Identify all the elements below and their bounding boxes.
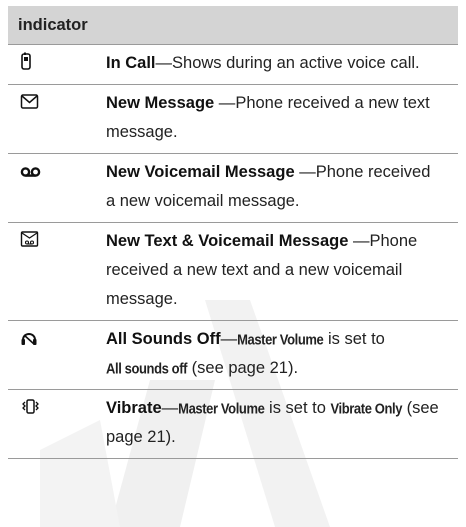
table-header-row: indicator bbox=[8, 6, 458, 45]
vibrate-icon bbox=[20, 397, 42, 417]
indicator-term: New Text & Voicemail Message bbox=[106, 232, 349, 250]
voicemail-icon bbox=[20, 161, 42, 181]
row-description: New Message —Phone received a new text m… bbox=[98, 84, 458, 154]
indicator-term: New Message bbox=[106, 94, 215, 112]
phone-in-call-icon bbox=[20, 52, 42, 72]
indicator-term: All Sounds Off bbox=[106, 330, 221, 348]
menu-ref: Master Volume bbox=[237, 331, 324, 348]
menu-ref: Master Volume bbox=[178, 400, 265, 417]
indicator-term: In Call bbox=[106, 54, 156, 72]
table-row: In Call—Shows during an active voice cal… bbox=[8, 44, 458, 85]
indicator-text: Shows during an active voice call. bbox=[172, 54, 420, 72]
table-header: indicator bbox=[8, 6, 458, 45]
table-row: Vibrate—Master Volume is set to Vibrate … bbox=[8, 389, 458, 459]
text-and-voicemail-icon bbox=[20, 230, 42, 250]
row-description: Vibrate—Master Volume is set to Vibrate … bbox=[98, 389, 458, 459]
row-description: New Voicemail Message —Phone received a … bbox=[98, 153, 458, 223]
all-sounds-off-icon bbox=[20, 328, 42, 348]
table-row: New Message —Phone received a new text m… bbox=[8, 84, 458, 154]
table-row: New Text & Voicemail Message —Phone rece… bbox=[8, 222, 458, 321]
indicator-term: New Voicemail Message bbox=[106, 163, 295, 181]
envelope-icon bbox=[20, 92, 42, 112]
menu-ref: Vibrate Only bbox=[330, 400, 403, 417]
table-row: All Sounds Off—Master Volume is set to A… bbox=[8, 320, 458, 390]
row-description: New Text & Voicemail Message —Phone rece… bbox=[98, 222, 458, 321]
indicator-table: indicator In Call—Shows during an active… bbox=[8, 6, 458, 459]
menu-ref: All sounds off bbox=[106, 360, 188, 377]
row-description: In Call—Shows during an active voice cal… bbox=[98, 44, 458, 85]
row-description: All Sounds Off—Master Volume is set to A… bbox=[98, 320, 458, 390]
table-row: New Voicemail Message —Phone received a … bbox=[8, 153, 458, 223]
indicator-term: Vibrate bbox=[106, 399, 162, 417]
